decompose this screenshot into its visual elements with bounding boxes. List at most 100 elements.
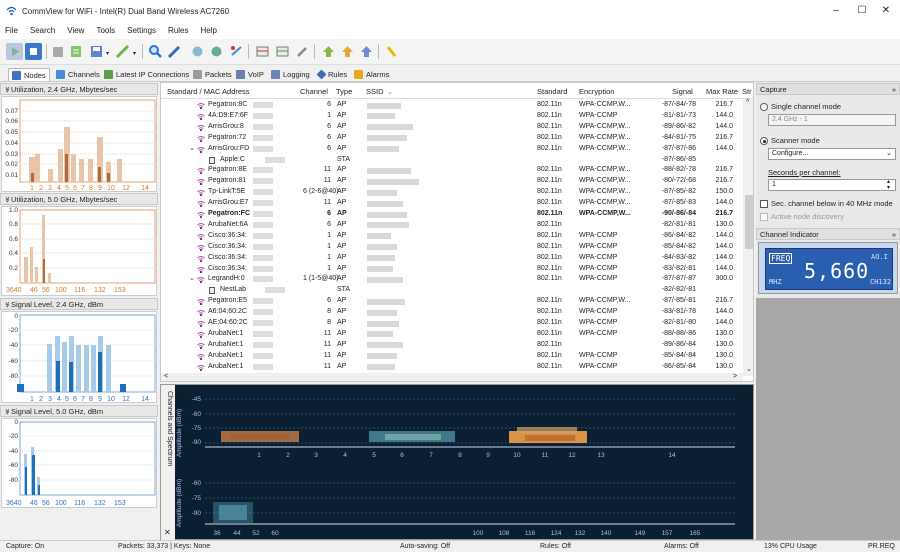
util24-header[interactable]: Utilization, 2.4 GHz, Mbytes/sec [0, 83, 158, 95]
expand-chevron-icon[interactable]: ⌄ [189, 145, 195, 154]
close-button[interactable]: ✕ [876, 4, 896, 18]
save-icon[interactable] [88, 43, 105, 60]
spectrum-close-icon[interactable]: ✕ [164, 528, 171, 537]
collapse-icon[interactable]: » [892, 84, 896, 95]
table-view-icon[interactable] [254, 43, 271, 60]
statistics-icon[interactable] [208, 43, 225, 60]
scroll-thumb[interactable] [745, 195, 753, 249]
col-mac[interactable]: Standard / MAC Address [167, 87, 250, 96]
table-row[interactable]: Pegatron:8E 11 AP 802.11n WPA-CCMP,W... -88/-… [161, 166, 753, 175]
alarm-icon-1[interactable] [320, 43, 337, 60]
vertical-scrollbar[interactable]: ^ ⌄ [743, 99, 753, 376]
tab-alarms[interactable]: Alarms [354, 68, 389, 81]
table-row[interactable]: Pegatron:81 11 AP 802.11n WPA-CCMP,W... -80/-… [161, 177, 753, 186]
configure-select[interactable]: Configure... [768, 148, 896, 160]
menu-help[interactable]: Help [201, 26, 217, 35]
col-signal[interactable]: Signal [672, 87, 693, 96]
node-reassembly-icon[interactable] [189, 43, 206, 60]
col-channel[interactable]: Channel [300, 87, 328, 96]
menu-settings[interactable]: Settings [127, 26, 156, 35]
maximize-button[interactable]: ☐ [852, 4, 872, 18]
help-icon[interactable] [383, 43, 400, 60]
seconds-input[interactable]: 1 [768, 179, 896, 191]
sec-channel-checkbox[interactable]: Sec. channel below in 40 MHz mode [760, 199, 893, 209]
col-standard[interactable]: Standard [537, 87, 567, 96]
col-maxrate[interactable]: Max Rate [706, 87, 738, 96]
capture-header[interactable]: Capture» [756, 83, 900, 95]
tab-nodes[interactable]: Nodes [8, 68, 50, 81]
tab-channels[interactable]: Channels [56, 68, 100, 81]
col-encryption[interactable]: Encryption [579, 87, 614, 96]
sig24-header[interactable]: Signal Level, 2.4 GHz, dBm [0, 298, 158, 310]
tab-latest-ip-connections[interactable]: Latest IP Connections [104, 68, 189, 81]
report-icon[interactable] [274, 43, 291, 60]
table-row[interactable]: ArubaNet:1 11 AP 802.11n WPA-CCMP -86/-85/-84… [161, 363, 753, 372]
table-row[interactable]: ArubaNet:1 11 AP 802.11n -89/-86/-84 130.0 [161, 341, 753, 350]
table-row[interactable]: AE:04:60:2C 8 AP 802.11n WPA-CCMP -82/-81/-80… [161, 319, 753, 328]
rules-icon[interactable] [228, 43, 245, 60]
horizontal-scrollbar[interactable]: < > [161, 373, 743, 381]
menu-view[interactable]: View [67, 26, 84, 35]
table-row[interactable]: ⌄ LegrandH:0 1 (1-5@40) AP 802.11n WPA-CCMP -8… [161, 275, 753, 284]
log-viewer-icon[interactable] [68, 43, 85, 60]
table-row[interactable]: Cisco:36:34: 1 AP 802.11n WPA-CCMP -85/-84/-8… [161, 243, 753, 252]
tab-packets[interactable]: Packets [193, 68, 232, 81]
active-discovery-checkbox[interactable]: Active node discovery [760, 212, 844, 222]
indicator-collapse-icon[interactable]: » [892, 229, 896, 240]
table-row[interactable]: ⌄ ArrisGrou:FD 6 AP 802.11n WPA-CCMP,W... -87/… [161, 145, 753, 154]
single-channel-radio[interactable]: Single channel mode [760, 102, 841, 112]
seconds-spinner-icon[interactable]: ▴ ▾ [887, 179, 890, 191]
configure-dropdown-icon[interactable]: ⌄ [886, 149, 892, 157]
alarm-icon-2[interactable] [339, 43, 356, 60]
menu-rules[interactable]: Rules [168, 26, 188, 35]
tab-logging[interactable]: Logging [271, 68, 310, 81]
table-row[interactable]: Cisco:36:34: 1 AP 802.11n WPA-CCMP -83/-82/-8… [161, 265, 753, 274]
table-row[interactable]: Apple:C STA -87/-86/-85 [161, 156, 753, 165]
minimize-button[interactable]: – [826, 4, 846, 18]
menu-file[interactable]: File [5, 26, 18, 35]
alarm-icon-3[interactable] [358, 43, 375, 60]
table-row[interactable]: Pegatron:FC 6 AP 802.11n WPA-CCMP,W... -90/-8… [161, 210, 753, 219]
col-str[interactable]: Str [742, 87, 752, 96]
util50-header[interactable]: Utilization, 5.0 GHz, Mbytes/sec [0, 193, 158, 205]
table-row[interactable]: NestLab STA -82/-82/-81 [161, 286, 753, 295]
scroll-right-icon[interactable]: > [733, 373, 737, 380]
open-log-icon[interactable] [50, 43, 67, 60]
channel-select[interactable]: 2.4 GHz - 1 [768, 114, 896, 126]
tools-icon[interactable] [294, 43, 311, 60]
table-row[interactable]: Cisco:36:34: 1 AP 802.11n WPA-CCMP -84/-83/-8… [161, 254, 753, 263]
scroll-left-icon[interactable]: < [164, 373, 168, 380]
generator-dropdown-icon[interactable]: ▾ [133, 50, 136, 57]
table-row[interactable]: Tp-LinkT:5E 6 (2-6@40) AP 802.11n WPA-CCMP,W… [161, 188, 753, 197]
col-ssid[interactable]: SSID [366, 87, 384, 96]
search-icon[interactable] [147, 43, 164, 60]
table-row[interactable]: Pegatron:72 6 AP 802.11n WPA-CCMP,W... -84/-8… [161, 134, 753, 143]
sig50-header[interactable]: Signal Level, 5.0 GHz, dBm [0, 405, 158, 417]
table-row[interactable]: ArrisGrou:E7 11 AP 802.11n WPA-CCMP,W... -87/… [161, 199, 753, 208]
decryption-icon[interactable] [166, 43, 183, 60]
table-row[interactable]: Pegatron:E5 6 AP 802.11n WPA-CCMP,W... -87/-8… [161, 297, 753, 306]
tab-voip[interactable]: VoIP [236, 68, 264, 81]
table-row[interactable]: Pegatron:8C 6 AP 802.11n WPA-CCMP,W... -87/-8… [161, 101, 753, 110]
packet-generator-icon[interactable] [114, 43, 131, 60]
expand-chevron-icon[interactable]: ⌄ [189, 275, 195, 284]
table-row[interactable]: ArrisGrou:8 6 AP 802.11n WPA-CCMP,W... -89/-8… [161, 123, 753, 132]
table-row[interactable]: ArubaNet:1 11 AP 802.11n WPA-CCMP -85/-84/-84… [161, 352, 753, 361]
table-row[interactable]: 4A:D9:E7:6F 1 AP 802.11n WPA-CCMP -81/-81/-73… [161, 112, 753, 121]
start-capture-icon[interactable] [6, 43, 23, 60]
scroll-up-icon[interactable]: ^ [746, 99, 749, 106]
save-dropdown-icon[interactable]: ▾ [106, 50, 109, 57]
table-row[interactable]: ArubaNet:1 11 AP 802.11n WPA-CCMP -88/-88/-86… [161, 330, 753, 339]
row-channel: 6 [327, 101, 331, 108]
tab-rules[interactable]: Rules [316, 68, 347, 81]
scroll-down-icon[interactable]: ⌄ [746, 365, 752, 373]
col-type[interactable]: Type [336, 87, 352, 96]
table-row[interactable]: A6:04:60:2C 8 AP 802.11n WPA-CCMP -83/-81/-78… [161, 308, 753, 317]
stop-capture-icon[interactable] [25, 43, 42, 60]
menu-search[interactable]: Search [30, 26, 55, 35]
scanner-mode-radio[interactable]: Scanner mode [760, 136, 820, 146]
table-row[interactable]: ArubaNet:6A 6 AP 802.11n -82/-81/-81 130.0 [161, 221, 753, 230]
channel-indicator-header[interactable]: Channel Indicator» [756, 228, 900, 240]
table-row[interactable]: Cisco:36:34: 1 AP 802.11n WPA-CCMP -86/-84/-8… [161, 232, 753, 241]
menu-tools[interactable]: Tools [96, 26, 115, 35]
